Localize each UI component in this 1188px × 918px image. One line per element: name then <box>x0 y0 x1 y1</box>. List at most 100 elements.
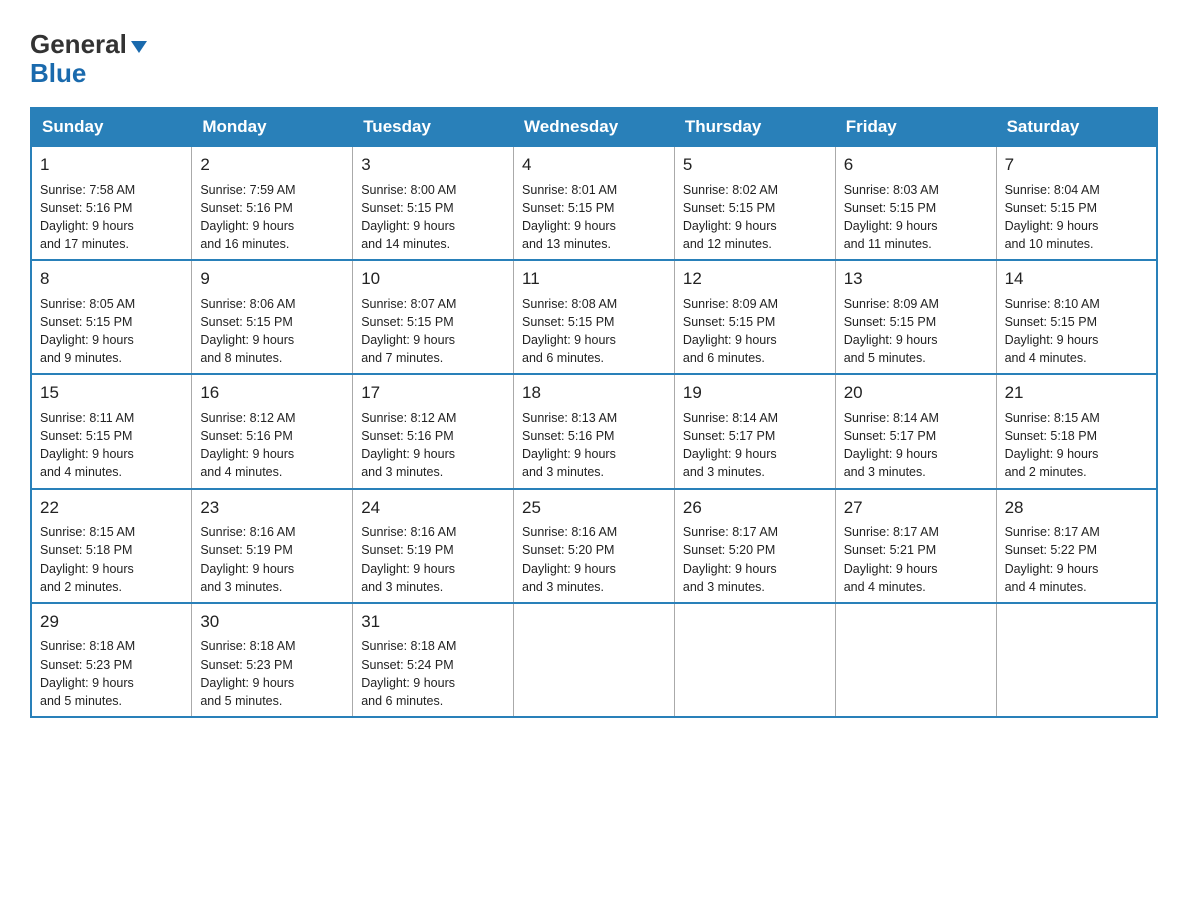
calendar-cell: 3 Sunrise: 8:00 AMSunset: 5:15 PMDaylight… <box>353 146 514 260</box>
day-number: 31 <box>361 610 505 635</box>
cell-content: Sunrise: 8:16 AMSunset: 5:19 PMDaylight:… <box>200 523 344 596</box>
calendar-cell: 30Sunrise: 8:18 AMSunset: 5:23 PMDayligh… <box>192 603 353 717</box>
cell-content: Sunrise: 8:12 AMSunset: 5:16 PMDaylight:… <box>361 409 505 482</box>
day-header-friday: Friday <box>835 108 996 146</box>
day-number: 11 <box>522 267 666 292</box>
day-header-wednesday: Wednesday <box>514 108 675 146</box>
cell-content: Sunrise: 8:03 AMSunset: 5:15 PMDaylight:… <box>844 181 988 254</box>
calendar-cell: 31Sunrise: 8:18 AMSunset: 5:24 PMDayligh… <box>353 603 514 717</box>
day-number: 10 <box>361 267 505 292</box>
day-number: 17 <box>361 381 505 406</box>
cell-content: Sunrise: 8:16 AMSunset: 5:20 PMDaylight:… <box>522 523 666 596</box>
cell-content: Sunrise: 8:01 AMSunset: 5:15 PMDaylight:… <box>522 181 666 254</box>
day-number: 16 <box>200 381 344 406</box>
calendar-cell: 7Sunrise: 8:04 AMSunset: 5:15 PMDaylight… <box>996 146 1157 260</box>
day-header-saturday: Saturday <box>996 108 1157 146</box>
calendar-cell: 9 Sunrise: 8:06 AMSunset: 5:15 PMDaylight… <box>192 260 353 374</box>
day-number: 15 <box>40 381 183 406</box>
calendar-week-2: 8 Sunrise: 8:05 AMSunset: 5:15 PMDaylight… <box>31 260 1157 374</box>
cell-content: Sunrise: 8:02 AMSunset: 5:15 PMDaylight:… <box>683 181 827 254</box>
calendar-cell: 11 Sunrise: 8:08 AMSunset: 5:15 PMDayligh… <box>514 260 675 374</box>
calendar-cell: 24Sunrise: 8:16 AMSunset: 5:19 PMDayligh… <box>353 489 514 603</box>
calendar-cell: 28Sunrise: 8:17 AMSunset: 5:22 PMDayligh… <box>996 489 1157 603</box>
day-number: 27 <box>844 496 988 521</box>
logo-triangle-icon <box>131 41 147 53</box>
cell-content: Sunrise: 8:17 AMSunset: 5:22 PMDaylight:… <box>1005 523 1148 596</box>
calendar-table: SundayMondayTuesdayWednesdayThursdayFrid… <box>30 107 1158 718</box>
calendar-cell: 10 Sunrise: 8:07 AMSunset: 5:15 PMDayligh… <box>353 260 514 374</box>
calendar-cell <box>996 603 1157 717</box>
calendar-cell: 21Sunrise: 8:15 AMSunset: 5:18 PMDayligh… <box>996 374 1157 488</box>
calendar-cell: 27Sunrise: 8:17 AMSunset: 5:21 PMDayligh… <box>835 489 996 603</box>
day-number: 18 <box>522 381 666 406</box>
day-number: 3 <box>361 153 505 178</box>
calendar-cell: 16 Sunrise: 8:12 AMSunset: 5:16 PMDayligh… <box>192 374 353 488</box>
calendar-cell: 25Sunrise: 8:16 AMSunset: 5:20 PMDayligh… <box>514 489 675 603</box>
day-number: 6 <box>844 153 988 178</box>
cell-content: Sunrise: 8:10 AMSunset: 5:15 PMDaylight:… <box>1005 295 1148 368</box>
cell-content: Sunrise: 8:07 AMSunset: 5:15 PMDaylight:… <box>361 295 505 368</box>
cell-content: Sunrise: 8:05 AMSunset: 5:15 PMDaylight:… <box>40 295 183 368</box>
day-number: 24 <box>361 496 505 521</box>
logo-blue-text: Blue <box>30 59 86 88</box>
day-number: 9 <box>200 267 344 292</box>
day-number: 8 <box>40 267 183 292</box>
day-number: 22 <box>40 496 183 521</box>
cell-content: Sunrise: 8:16 AMSunset: 5:19 PMDaylight:… <box>361 523 505 596</box>
day-header-thursday: Thursday <box>674 108 835 146</box>
cell-content: Sunrise: 8:08 AMSunset: 5:15 PMDaylight:… <box>522 295 666 368</box>
cell-content: Sunrise: 8:09 AMSunset: 5:15 PMDaylight:… <box>683 295 827 368</box>
calendar-cell <box>674 603 835 717</box>
calendar-cell: 29Sunrise: 8:18 AMSunset: 5:23 PMDayligh… <box>31 603 192 717</box>
calendar-week-3: 15 Sunrise: 8:11 AMSunset: 5:15 PMDayligh… <box>31 374 1157 488</box>
cell-content: Sunrise: 7:59 AMSunset: 5:16 PMDaylight:… <box>200 181 344 254</box>
calendar-cell: 12 Sunrise: 8:09 AMSunset: 5:15 PMDayligh… <box>674 260 835 374</box>
cell-content: Sunrise: 8:06 AMSunset: 5:15 PMDaylight:… <box>200 295 344 368</box>
calendar-cell: 15 Sunrise: 8:11 AMSunset: 5:15 PMDayligh… <box>31 374 192 488</box>
day-header-monday: Monday <box>192 108 353 146</box>
cell-content: Sunrise: 8:17 AMSunset: 5:21 PMDaylight:… <box>844 523 988 596</box>
calendar-week-4: 22Sunrise: 8:15 AMSunset: 5:18 PMDayligh… <box>31 489 1157 603</box>
cell-content: Sunrise: 8:18 AMSunset: 5:23 PMDaylight:… <box>200 637 344 710</box>
day-header-sunday: Sunday <box>31 108 192 146</box>
day-number: 23 <box>200 496 344 521</box>
day-number: 4 <box>522 153 666 178</box>
cell-content: Sunrise: 8:15 AMSunset: 5:18 PMDaylight:… <box>1005 409 1148 482</box>
cell-content: Sunrise: 8:00 AMSunset: 5:15 PMDaylight:… <box>361 181 505 254</box>
day-number: 5 <box>683 153 827 178</box>
day-number: 25 <box>522 496 666 521</box>
calendar-week-1: 1 Sunrise: 7:58 AMSunset: 5:16 PMDaylight… <box>31 146 1157 260</box>
day-number: 13 <box>844 267 988 292</box>
cell-content: Sunrise: 8:14 AMSunset: 5:17 PMDaylight:… <box>844 409 988 482</box>
day-number: 14 <box>1005 267 1148 292</box>
calendar-cell <box>835 603 996 717</box>
calendar-cell: 19 Sunrise: 8:14 AMSunset: 5:17 PMDayligh… <box>674 374 835 488</box>
day-number: 1 <box>40 153 183 178</box>
calendar-cell: 4 Sunrise: 8:01 AMSunset: 5:15 PMDaylight… <box>514 146 675 260</box>
calendar-week-5: 29 Sunrise: 8:18 AMSunset: 5:23 PMDayligh… <box>31 603 1157 717</box>
cell-content: Sunrise: 8:09 AMSunset: 5:15 PMDaylight:… <box>844 295 988 368</box>
day-number: 2 <box>200 153 344 178</box>
cell-content: Sunrise: 8:13 AMSunset: 5:16 PMDaylight:… <box>522 409 666 482</box>
day-number: 26 <box>683 496 827 521</box>
day-number: 7 <box>1005 153 1148 178</box>
page-header: General Blue <box>30 20 1158 87</box>
calendar-cell: 13 Sunrise: 8:09 AMSunset: 5:15 PMDayligh… <box>835 260 996 374</box>
calendar-cell: 18 Sunrise: 8:13 AMSunset: 5:16 PMDayligh… <box>514 374 675 488</box>
cell-content: Sunrise: 8:11 AMSunset: 5:15 PMDaylight:… <box>40 409 183 482</box>
calendar-cell: 2 Sunrise: 7:59 AMSunset: 5:16 PMDaylight… <box>192 146 353 260</box>
day-number: 19 <box>683 381 827 406</box>
calendar-cell: 6 Sunrise: 8:03 AMSunset: 5:15 PMDaylight… <box>835 146 996 260</box>
calendar-cell: 5 Sunrise: 8:02 AMSunset: 5:15 PMDaylight… <box>674 146 835 260</box>
calendar-cell: 22Sunrise: 8:15 AMSunset: 5:18 PMDayligh… <box>31 489 192 603</box>
day-number: 12 <box>683 267 827 292</box>
day-number: 29 <box>40 610 183 635</box>
day-number: 30 <box>200 610 344 635</box>
cell-content: Sunrise: 7:58 AMSunset: 5:16 PMDaylight:… <box>40 181 183 254</box>
cell-content: Sunrise: 8:14 AMSunset: 5:17 PMDaylight:… <box>683 409 827 482</box>
logo: General Blue <box>30 20 147 87</box>
cell-content: Sunrise: 8:17 AMSunset: 5:20 PMDaylight:… <box>683 523 827 596</box>
cell-content: Sunrise: 8:15 AMSunset: 5:18 PMDaylight:… <box>40 523 183 596</box>
cell-content: Sunrise: 8:18 AMSunset: 5:24 PMDaylight:… <box>361 637 505 710</box>
cell-content: Sunrise: 8:12 AMSunset: 5:16 PMDaylight:… <box>200 409 344 482</box>
